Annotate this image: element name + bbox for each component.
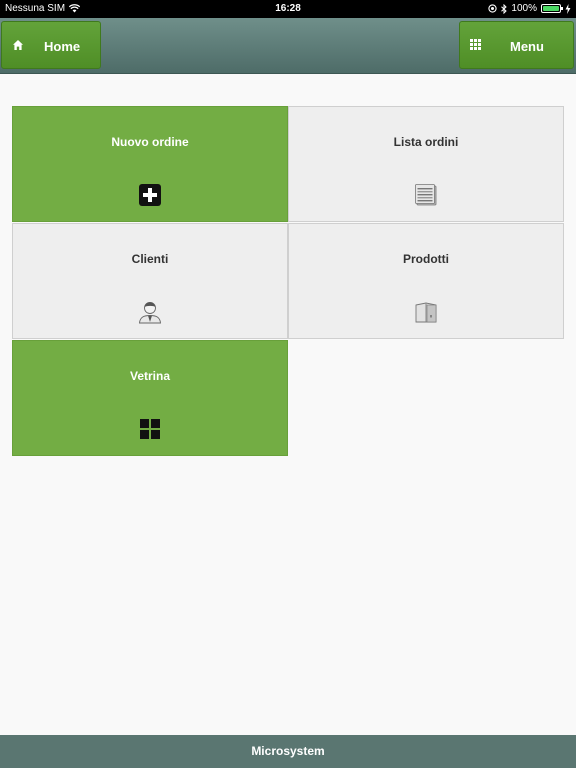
- footer-text: Microsystem: [251, 744, 325, 758]
- tile-prodotti[interactable]: Prodotti: [288, 223, 564, 339]
- grid-icon: [470, 39, 481, 50]
- status-bar-right: 100%: [488, 3, 571, 14]
- menu-button-label: Menu: [510, 39, 544, 54]
- tile-nuovo-ordine[interactable]: Nuovo ordine: [12, 106, 288, 222]
- home-button-label: Home: [44, 39, 81, 54]
- battery-percent: 100%: [511, 3, 537, 14]
- tile-label: Lista ordini: [393, 135, 459, 149]
- menu-button[interactable]: Menu: [459, 21, 574, 69]
- tile-label: Prodotti: [403, 252, 449, 266]
- charging-icon: [565, 3, 571, 14]
- footer-bar: Microsystem: [0, 735, 576, 768]
- battery-icon: [541, 4, 563, 13]
- box-icon: [415, 302, 437, 323]
- header-bar: Home Menu: [0, 18, 576, 74]
- document-list-icon: [415, 184, 437, 206]
- location-icon: [488, 4, 498, 13]
- plus-icon: [139, 184, 161, 206]
- home-button[interactable]: Home: [1, 21, 101, 69]
- tile-vetrina[interactable]: Vetrina: [12, 340, 288, 456]
- tile-label: Clienti: [131, 252, 169, 266]
- tile-label: Nuovo ordine: [111, 135, 189, 149]
- tile-label: Vetrina: [129, 369, 171, 383]
- battery-fill: [543, 6, 559, 11]
- tile-clienti[interactable]: Clienti: [12, 223, 288, 339]
- grid-icon: [140, 419, 160, 439]
- user-icon: [139, 302, 161, 324]
- bluetooth-icon: [501, 3, 508, 14]
- home-icon: [13, 40, 23, 50]
- status-bar: Nessuna SIM 16:28 100%: [0, 0, 576, 18]
- tile-lista-ordini[interactable]: Lista ordini: [288, 106, 564, 222]
